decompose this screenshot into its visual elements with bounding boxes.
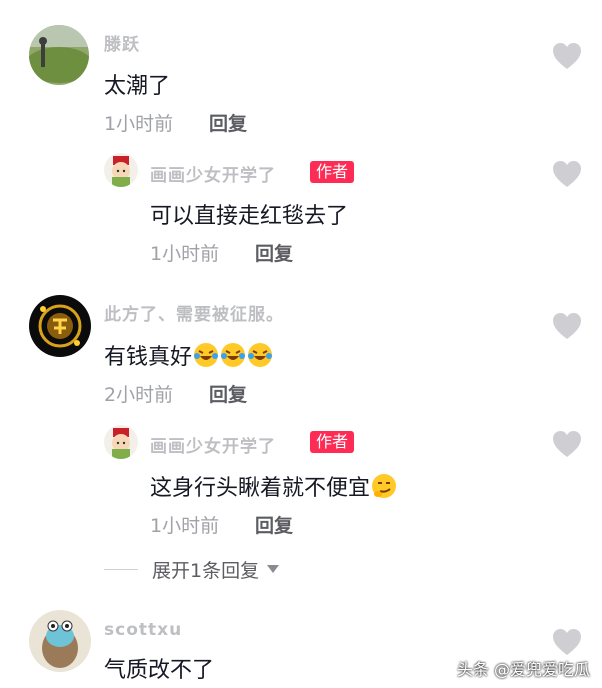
heart-icon[interactable] bbox=[552, 42, 582, 70]
laughing-tears-emoji-icon bbox=[194, 343, 219, 367]
grass-field-avatar-icon bbox=[29, 25, 89, 85]
divider bbox=[104, 568, 138, 570]
expand-replies-label: 展开1条回复 bbox=[152, 559, 260, 582]
expand-replies-button[interactable]: 展开1条回复 bbox=[104, 555, 280, 583]
heart-icon[interactable] bbox=[552, 628, 582, 656]
user-avatar[interactable] bbox=[29, 25, 89, 85]
comment-item: 滕跃 太潮了 1小时前 回复 bbox=[0, 0, 602, 150]
heart-icon[interactable] bbox=[552, 160, 582, 188]
gold-emblem-avatar-icon bbox=[29, 295, 91, 357]
username[interactable]: 滕跃 bbox=[104, 30, 140, 55]
reply-button[interactable]: 回复 bbox=[209, 380, 247, 407]
user-avatar[interactable] bbox=[104, 153, 138, 187]
reply-item: 画画少女开学了 作者 这身行头瞅着就不便宜 1小时前 回复 bbox=[0, 420, 602, 550]
user-avatar[interactable] bbox=[104, 425, 138, 459]
user-avatar[interactable] bbox=[29, 295, 91, 357]
comment-time: 1小时前 bbox=[150, 243, 220, 265]
username[interactable]: 此方了、需要被征服。 bbox=[104, 300, 284, 325]
laughing-tears-emoji-icon bbox=[248, 343, 273, 367]
reply-button[interactable]: 回复 bbox=[255, 239, 293, 266]
comment-text: 气质改不了 bbox=[104, 658, 215, 683]
comment-time: 2小时前 bbox=[104, 384, 174, 406]
caret-down-icon bbox=[267, 565, 280, 573]
cartoon-girl-avatar-icon bbox=[104, 153, 138, 187]
username[interactable]: scottxu bbox=[104, 620, 182, 640]
heart-icon[interactable] bbox=[552, 312, 582, 340]
comment-time: 1小时前 bbox=[150, 515, 220, 537]
reply-button[interactable]: 回复 bbox=[209, 109, 247, 136]
reply-item: 画画少女开学了 作者 可以直接走红毯去了 1小时前 回复 bbox=[0, 150, 602, 280]
comment-item: 此方了、需要被征服。 有钱真好 2小时前 回复 bbox=[0, 280, 602, 420]
watermark: 头条 @爱兜爱吃瓜 bbox=[456, 660, 590, 679]
username[interactable]: 画画少女开学了 bbox=[150, 161, 276, 186]
comment-time: 1小时前 bbox=[104, 113, 174, 135]
comment-text: 太潮了 bbox=[104, 74, 171, 99]
reply-button[interactable]: 回复 bbox=[255, 511, 293, 538]
cartoon-girl-avatar-icon bbox=[104, 425, 138, 459]
author-badge: 作者 bbox=[310, 161, 355, 183]
comment-text: 可以直接走红毯去了 bbox=[150, 204, 349, 229]
comment-text-content: 有钱真好 bbox=[104, 345, 193, 370]
username[interactable]: 画画少女开学了 bbox=[150, 432, 276, 457]
comment-text: 有钱真好 bbox=[104, 339, 273, 371]
author-badge: 作者 bbox=[310, 431, 355, 453]
comment-text: 这身行头瞅着就不便宜 bbox=[150, 470, 397, 502]
laughing-tears-emoji-icon bbox=[221, 343, 246, 367]
cartoon-creature-avatar-icon bbox=[29, 610, 91, 672]
heart-icon[interactable] bbox=[552, 430, 582, 458]
user-avatar[interactable] bbox=[29, 610, 91, 672]
smirk-emoji-icon bbox=[372, 474, 397, 498]
comment-text-content: 这身行头瞅着就不便宜 bbox=[150, 476, 371, 501]
